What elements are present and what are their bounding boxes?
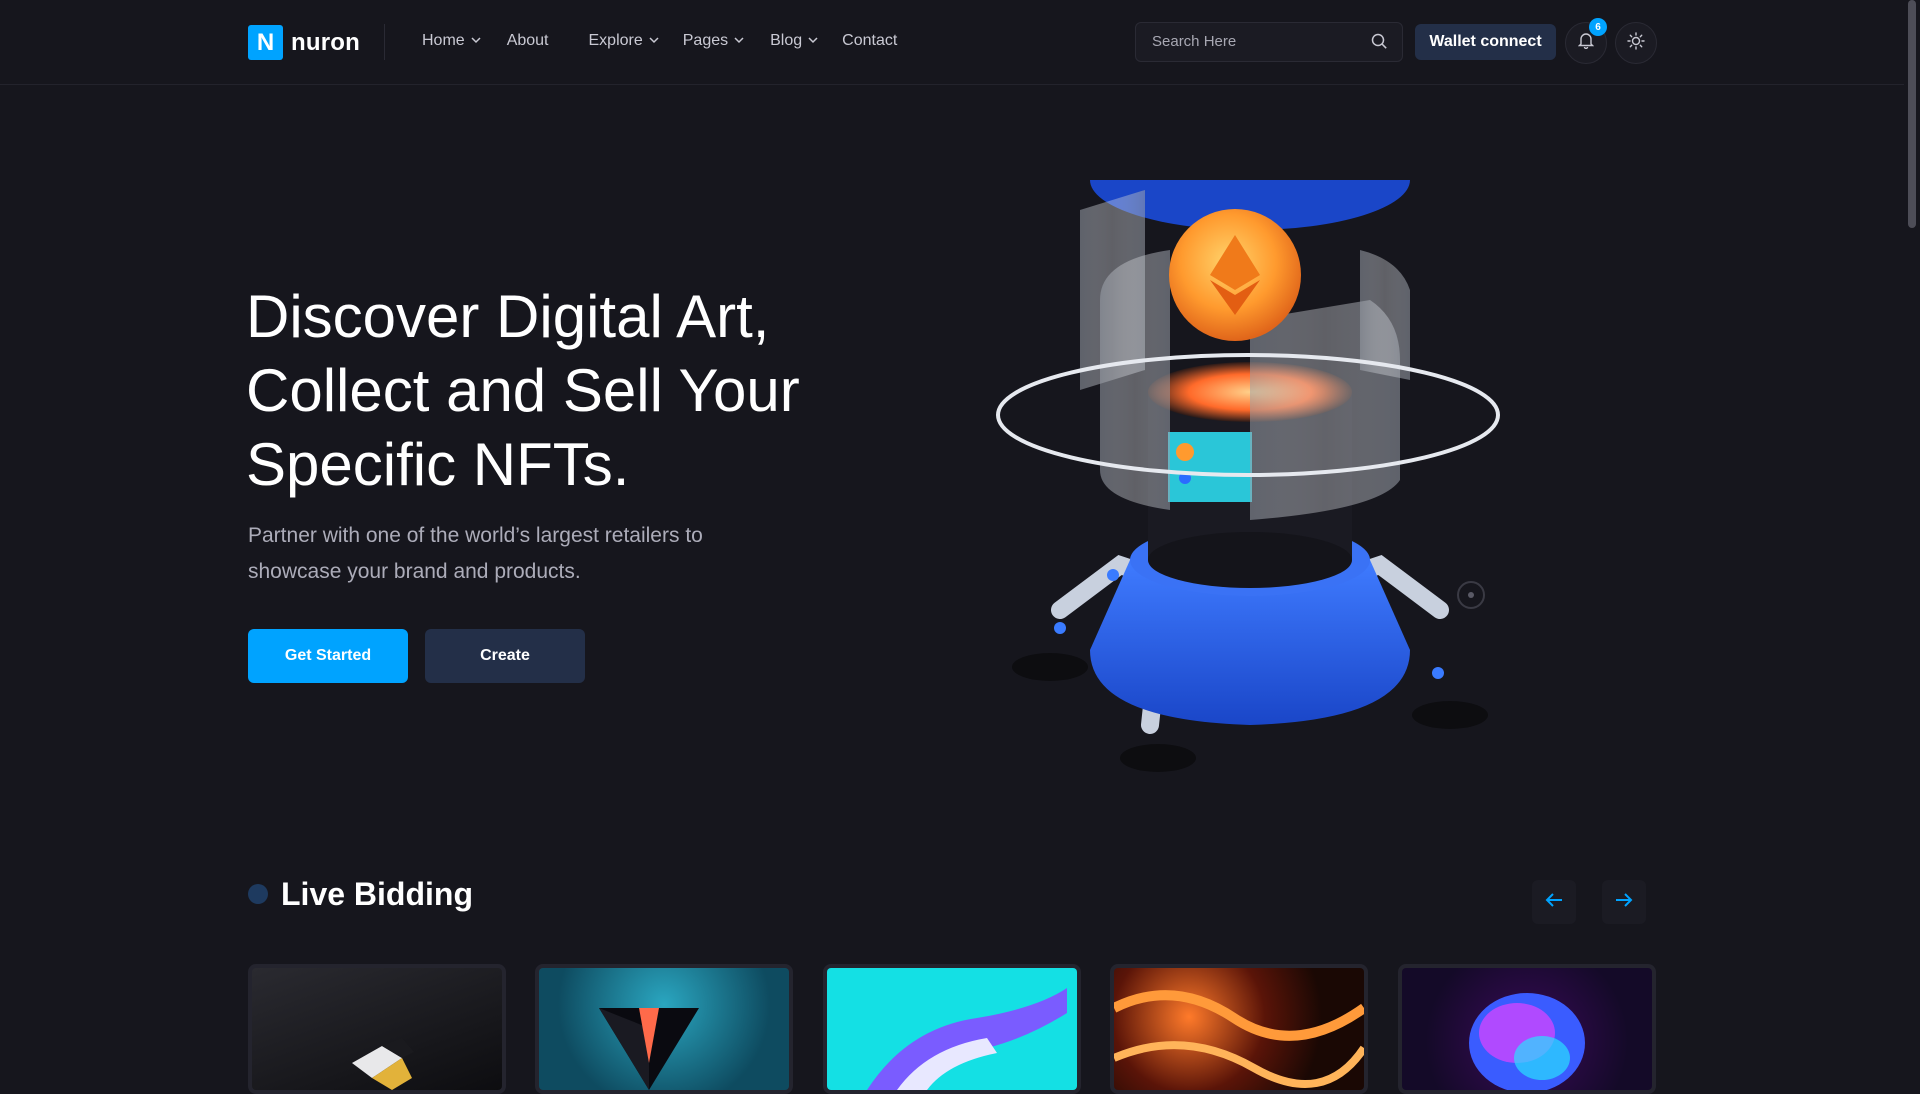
create-button[interactable]: Create — [425, 629, 585, 683]
nav-item-label: Pages — [682, 32, 729, 49]
search-icon[interactable] — [1371, 33, 1388, 55]
nft-image — [539, 968, 789, 1090]
arrow-right-icon — [1615, 892, 1633, 913]
site-header: N nuron Home About Explore Pages Blog Co… — [0, 0, 1904, 85]
nft-card[interactable] — [1398, 964, 1656, 1094]
chevron-down-icon — [808, 35, 818, 47]
scrollbar-thumb[interactable] — [1908, 0, 1916, 228]
nav-item-explore[interactable]: Explore — [589, 32, 659, 50]
chevron-down-icon — [734, 35, 744, 47]
nft-image — [827, 968, 1077, 1090]
header-divider — [384, 24, 385, 60]
theme-toggle-button[interactable] — [1615, 22, 1657, 64]
nav-item-label: Contact — [842, 32, 898, 49]
carousel-prev-button[interactable] — [1532, 880, 1576, 924]
logo-badge: N — [248, 25, 283, 60]
hero-title-line: Collect and Sell Your — [246, 357, 800, 424]
bell-icon — [1577, 32, 1595, 54]
nav-item-pages[interactable]: Pages — [683, 32, 744, 50]
chevron-down-icon — [649, 35, 659, 47]
sun-icon — [1627, 31, 1645, 55]
search-box — [1135, 22, 1403, 62]
main-nav: Home About Explore Pages Blog Contact — [422, 32, 897, 50]
live-bidding-title: Live Bidding — [281, 876, 473, 912]
nft-image — [252, 968, 502, 1090]
wallet-connect-button[interactable]: Wallet connect — [1415, 24, 1556, 60]
hero-title: Discover Digital Art, Collect and Sell Y… — [246, 280, 866, 502]
live-indicator-dot — [248, 884, 268, 904]
nft-card[interactable] — [1110, 964, 1368, 1094]
search-input[interactable] — [1150, 32, 1364, 51]
carousel-next-button[interactable] — [1602, 880, 1646, 924]
logo[interactable]: N nuron — [248, 25, 360, 60]
nav-item-home[interactable]: Home — [422, 32, 481, 50]
nav-item-contact[interactable]: Contact — [842, 32, 897, 50]
nav-item-label: Explore — [588, 32, 643, 49]
nav-item-about[interactable]: About — [507, 32, 549, 50]
logo-text: nuron — [291, 28, 360, 56]
hero-title-line: Discover Digital Art, — [246, 283, 770, 350]
nft-card[interactable] — [823, 964, 1081, 1094]
nft-card[interactable] — [248, 964, 506, 1094]
chevron-down-icon — [471, 35, 481, 47]
nft-image — [1402, 968, 1652, 1090]
get-started-button[interactable]: Get Started — [248, 629, 408, 683]
hero-illustration — [950, 130, 1550, 780]
nft-image — [1114, 968, 1364, 1090]
nft-card[interactable] — [535, 964, 793, 1094]
hero-title-line: Specific NFTs. — [246, 431, 630, 498]
arrow-left-icon — [1545, 892, 1563, 913]
notification-badge: 6 — [1589, 18, 1607, 36]
hero-subtitle: Partner with one of the world’s largest … — [248, 524, 703, 583]
nav-item-label: About — [506, 32, 549, 49]
nav-item-label: Blog — [770, 32, 803, 49]
nav-item-label: Home — [422, 32, 465, 49]
page-scrollbar[interactable] — [1904, 0, 1920, 1080]
nav-item-blog[interactable]: Blog — [770, 32, 818, 50]
